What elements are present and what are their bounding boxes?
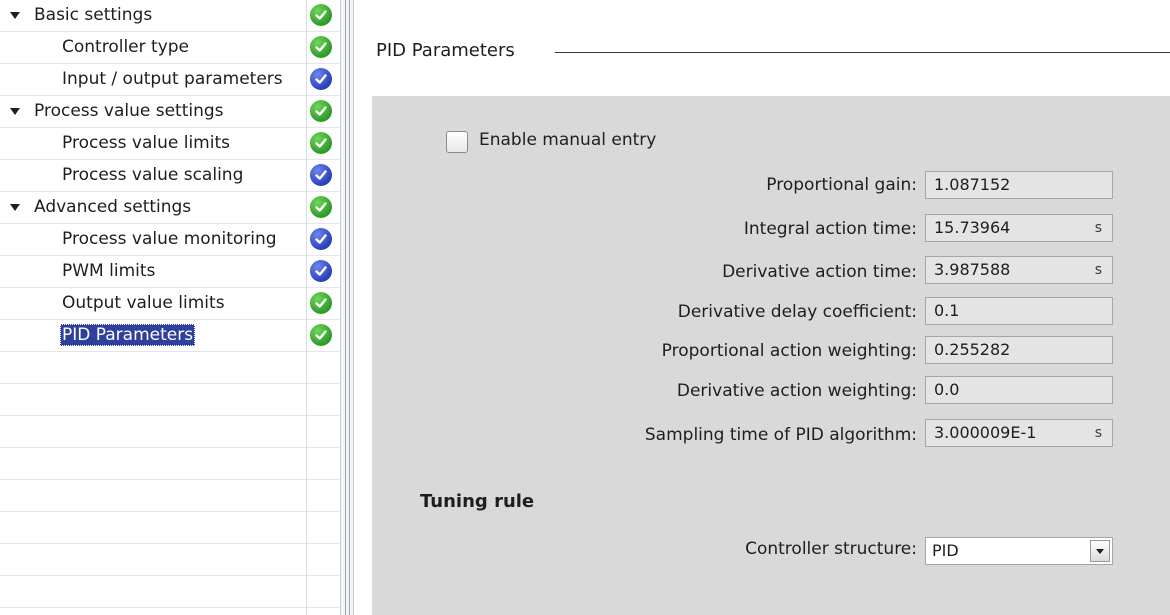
nav-item-process-value-settings[interactable]: Process value settings	[0, 96, 306, 128]
empty-row	[0, 544, 340, 576]
sampling-time-field[interactable]: 3.000009E-1 s	[925, 419, 1113, 447]
integral-action-time-field[interactable]: 15.73964 s	[925, 214, 1113, 242]
field-value: 0.0	[934, 380, 960, 399]
empty-row	[0, 448, 340, 480]
field-unit: s	[1094, 220, 1102, 236]
integral-action-time-label: Integral action time:	[743, 219, 917, 239]
select-value: PID	[932, 541, 959, 560]
empty-row	[0, 576, 340, 608]
expand-caret-icon[interactable]	[10, 108, 20, 115]
dropdown-button[interactable]	[1090, 540, 1110, 562]
nav-item-label: PWM limits	[62, 261, 156, 281]
chevron-down-icon	[1096, 549, 1104, 554]
empty-row	[0, 512, 340, 544]
proportional-gain-field[interactable]: 1.087152	[925, 171, 1113, 199]
status-cell	[307, 0, 341, 32]
navigation-tree: Basic settings Controller type Input / o…	[0, 0, 343, 615]
field-value: 0.255282	[934, 340, 1011, 359]
empty-row	[0, 384, 340, 416]
status-cell	[307, 288, 341, 320]
section-divider	[555, 52, 1170, 53]
field-unit: s	[1094, 425, 1102, 441]
nav-item-input-output-parameters[interactable]: Input / output parameters	[0, 64, 306, 96]
controller-structure-label: Controller structure:	[745, 539, 917, 559]
derivative-action-weighting-label: Derivative action weighting:	[676, 381, 917, 401]
check-ok-icon	[310, 292, 332, 314]
check-info-icon	[310, 68, 332, 90]
field-value: 0.1	[934, 301, 960, 320]
nav-item-output-value-limits[interactable]: Output value limits	[0, 288, 306, 320]
sampling-time-label: Sampling time of PID algorithm:	[644, 425, 917, 445]
nav-item-process-value-monitoring[interactable]: Process value monitoring	[0, 224, 306, 256]
check-ok-icon	[310, 132, 332, 154]
enable-manual-entry-checkbox[interactable]	[446, 131, 468, 153]
nav-item-basic-settings[interactable]: Basic settings	[0, 0, 306, 32]
nav-item-label: Advanced settings	[34, 197, 192, 217]
status-cell	[307, 256, 341, 288]
nav-item-pwm-limits[interactable]: PWM limits	[0, 256, 306, 288]
tuning-rule-heading: Tuning rule	[420, 491, 535, 512]
nav-item-advanced-settings[interactable]: Advanced settings	[0, 192, 306, 224]
check-ok-icon	[310, 36, 332, 58]
check-ok-icon	[310, 324, 332, 346]
nav-item-process-value-scaling[interactable]: Process value scaling	[0, 160, 306, 192]
status-cell	[307, 96, 341, 128]
status-cell	[307, 128, 341, 160]
check-info-icon	[310, 164, 332, 186]
status-cell	[307, 160, 341, 192]
nav-item-pid-parameters[interactable]: PID Parameters	[0, 320, 306, 352]
panel-splitter[interactable]	[340, 0, 354, 615]
nav-item-label: Process value monitoring	[62, 229, 277, 249]
controller-structure-select[interactable]: PID	[925, 537, 1113, 565]
status-column	[306, 0, 341, 615]
empty-row	[0, 480, 340, 512]
nav-item-label: Controller type	[62, 37, 190, 57]
status-cell	[307, 32, 341, 64]
proportional-action-weighting-label: Proportional action weighting:	[661, 341, 917, 361]
status-cell	[307, 320, 341, 352]
splitter-grip[interactable]	[345, 0, 350, 615]
derivative-action-weighting-field[interactable]: 0.0	[925, 376, 1113, 404]
enable-manual-entry-label[interactable]: Enable manual entry	[479, 130, 656, 150]
check-ok-icon	[310, 100, 332, 122]
derivative-action-time-label: Derivative action time:	[722, 262, 917, 282]
nav-item-label: Input / output parameters	[62, 69, 283, 89]
status-cell	[307, 224, 341, 256]
status-cell	[307, 64, 341, 96]
field-value: 3.987588	[934, 260, 1011, 279]
field-value: 15.73964	[934, 218, 1011, 237]
nav-item-label: Process value limits	[62, 133, 230, 153]
empty-row	[0, 416, 340, 448]
proportional-gain-label: Proportional gain:	[766, 175, 917, 195]
nav-item-controller-type[interactable]: Controller type	[0, 32, 306, 64]
empty-row	[0, 352, 340, 384]
derivative-action-time-field[interactable]: 3.987588 s	[925, 256, 1113, 284]
nav-item-label: Output value limits	[62, 293, 225, 313]
nav-item-process-value-limits[interactable]: Process value limits	[0, 128, 306, 160]
derivative-delay-coefficient-label: Derivative delay coefficient:	[677, 302, 917, 322]
nav-item-label: Process value scaling	[62, 165, 244, 185]
nav-item-label: Process value settings	[34, 101, 224, 121]
check-info-icon	[310, 260, 332, 282]
field-unit: s	[1094, 262, 1102, 278]
nav-item-label: Basic settings	[34, 5, 153, 25]
section-title: PID Parameters	[376, 40, 527, 61]
proportional-action-weighting-field[interactable]: 0.255282	[925, 336, 1113, 364]
check-info-icon	[310, 228, 332, 250]
expand-caret-icon[interactable]	[10, 204, 20, 211]
expand-caret-icon[interactable]	[10, 12, 20, 19]
field-value: 1.087152	[934, 175, 1011, 194]
nav-item-label: PID Parameters	[60, 324, 196, 346]
check-ok-icon	[310, 4, 332, 26]
check-ok-icon	[310, 196, 332, 218]
field-value: 3.000009E-1	[934, 423, 1037, 442]
status-cell	[307, 192, 341, 224]
derivative-delay-coefficient-field[interactable]: 0.1	[925, 297, 1113, 325]
